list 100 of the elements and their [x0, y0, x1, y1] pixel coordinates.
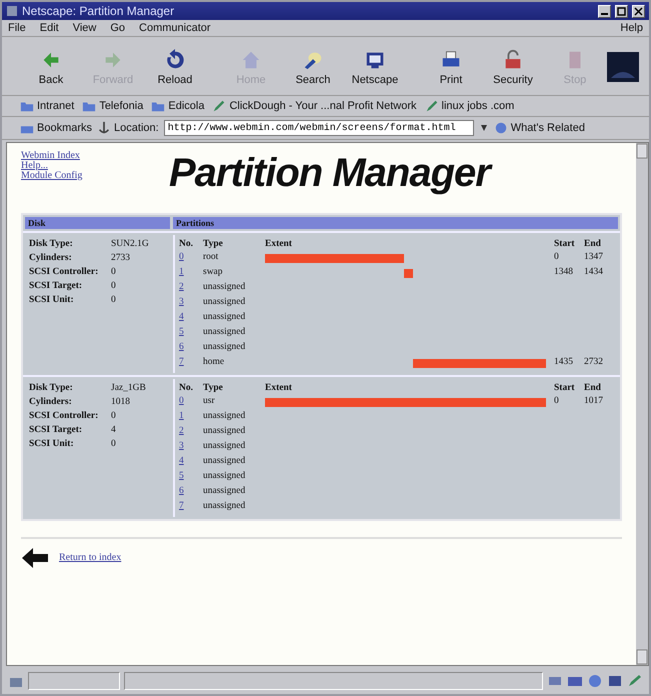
- end-cell-text: 1347: [584, 252, 604, 264]
- close-icon: [634, 6, 643, 16]
- column-header: End: [584, 239, 602, 249]
- field-label: Disk Type:: [29, 239, 74, 249]
- column-header: Type: [203, 383, 224, 393]
- field-value: 0: [111, 439, 117, 449]
- whats-related-button[interactable]: What's Related: [510, 122, 585, 134]
- field-label: Cylinders:: [29, 397, 73, 407]
- personal-bookmark[interactable]: ClickDough - Your ...nal Profit Network: [212, 99, 417, 113]
- bookmarks-button[interactable]: Bookmarks: [37, 122, 92, 134]
- field-value: Jaz_1GB: [111, 383, 147, 393]
- partition-link[interactable]: 4: [179, 312, 203, 324]
- extent-bar: [404, 268, 413, 278]
- field-label: Disk Type:: [29, 383, 74, 393]
- column-header: End: [584, 383, 602, 393]
- end-cell-text: 1017: [584, 396, 604, 408]
- personal-bookmark[interactable]: linux jobs .com: [424, 99, 514, 113]
- anchor-icon: [97, 121, 112, 135]
- reload-icon: [164, 48, 186, 70]
- toolbar-button[interactable]: Reload: [144, 46, 206, 88]
- partition-link[interactable]: 2: [179, 426, 203, 438]
- start-cell-text: 1348: [554, 267, 574, 279]
- end-cell-text: 1434: [584, 267, 604, 279]
- partition-link[interactable]: 6: [179, 486, 203, 498]
- field-label: SCSI Unit:: [29, 439, 75, 449]
- partition-link[interactable]: 5: [179, 471, 203, 483]
- partition-link[interactable]: 1: [179, 411, 203, 423]
- partition-type: unassigned: [203, 282, 246, 294]
- partition-type: unassigned: [203, 456, 246, 468]
- column-header: No.: [179, 383, 194, 393]
- related-icon: [494, 121, 508, 135]
- menu-item[interactable]: Go: [110, 22, 126, 34]
- bookmark-label[interactable]: linux jobs .com: [442, 100, 514, 112]
- nav-link[interactable]: Module Config: [21, 171, 151, 181]
- back-arrow-icon[interactable]: [21, 547, 49, 569]
- menu-item[interactable]: Edit: [40, 22, 59, 34]
- partition-type: home: [203, 357, 226, 369]
- partition-link[interactable]: 7: [179, 501, 203, 513]
- minimize-icon: [601, 12, 608, 14]
- menu-item[interactable]: File: [8, 22, 26, 34]
- personal-bookmark[interactable]: Intranet: [20, 99, 74, 113]
- field-label: SCSI Target:: [29, 425, 84, 435]
- menu-item[interactable]: View: [72, 22, 96, 34]
- personal-bookmark[interactable]: Edicola: [151, 99, 204, 113]
- scrollbar[interactable]: [636, 143, 648, 665]
- partition-type: unassigned: [203, 297, 246, 309]
- column-header: Start: [554, 239, 576, 249]
- partition-link[interactable]: 5: [179, 327, 203, 339]
- bookmark-label[interactable]: Intranet: [37, 100, 74, 112]
- partition-link[interactable]: 4: [179, 456, 203, 468]
- field-value: 4: [111, 425, 117, 435]
- partition-type: unassigned: [203, 411, 246, 423]
- partition-link[interactable]: 0: [179, 252, 203, 264]
- partition-link[interactable]: 6: [179, 342, 203, 354]
- partition-type: unassigned: [203, 441, 246, 453]
- partition-link[interactable]: 3: [179, 297, 203, 309]
- toolbar-button[interactable]: Back: [20, 46, 82, 88]
- partition-type: unassigned: [203, 501, 246, 513]
- nav-link[interactable]: Help...: [21, 161, 151, 171]
- field-label: SCSI Target:: [29, 281, 84, 291]
- minimize-button[interactable]: [598, 4, 611, 18]
- partition-type: unassigned: [203, 486, 246, 498]
- column-header: No.: [179, 239, 194, 249]
- toolbar-button[interactable]: Search: [282, 46, 344, 88]
- field-value: 0: [111, 411, 117, 421]
- maximize-button[interactable]: [615, 4, 628, 18]
- field-label: SCSI Unit:: [29, 295, 75, 305]
- field-value: SUN2.1G: [111, 239, 150, 249]
- column-header: Extent: [265, 239, 293, 249]
- bookmark-label[interactable]: ClickDough - Your ...nal Profit Network: [229, 100, 417, 112]
- bookmark-label[interactable]: Edicola: [168, 100, 204, 112]
- partition-type: unassigned: [203, 327, 246, 339]
- column-header: Type: [203, 239, 224, 249]
- field-value: 2733: [111, 253, 131, 263]
- partition-link[interactable]: 2: [179, 282, 203, 294]
- field-value: 0: [111, 281, 117, 291]
- window-icon: [6, 5, 18, 17]
- partition-type: unassigned: [203, 342, 246, 354]
- bookmark-label[interactable]: Telefonia: [99, 100, 144, 112]
- toolbar-button[interactable]: Security: [482, 46, 544, 88]
- bookmark-icon: [212, 99, 226, 113]
- partition-link[interactable]: 0: [179, 396, 203, 408]
- nav-link[interactable]: Webmin Index: [21, 151, 151, 161]
- composer-icon[interactable]: [607, 674, 623, 688]
- close-button[interactable]: [632, 4, 645, 18]
- personal-bookmark[interactable]: Telefonia: [82, 99, 144, 113]
- partition-link[interactable]: 7: [179, 357, 203, 369]
- partition-link[interactable]: 3: [179, 441, 203, 453]
- pen-icon[interactable]: [627, 674, 643, 688]
- help-menu[interactable]: Help: [620, 22, 643, 34]
- bookmark-icon: [424, 99, 439, 113]
- return-link[interactable]: Return to index: [59, 553, 122, 563]
- partition-link[interactable]: 1: [179, 267, 203, 279]
- toolbar-button[interactable]: Netscape: [344, 46, 406, 88]
- mail-icon[interactable]: [567, 674, 583, 688]
- menu-item[interactable]: Communicator: [139, 22, 211, 34]
- field-label: SCSI Controller:: [29, 411, 100, 421]
- toolbar-button[interactable]: Print: [420, 46, 482, 88]
- url-field[interactable]: http://www.webmin.com/webmin/screens/format.html: [164, 120, 474, 136]
- partition-type: unassigned: [203, 471, 246, 483]
